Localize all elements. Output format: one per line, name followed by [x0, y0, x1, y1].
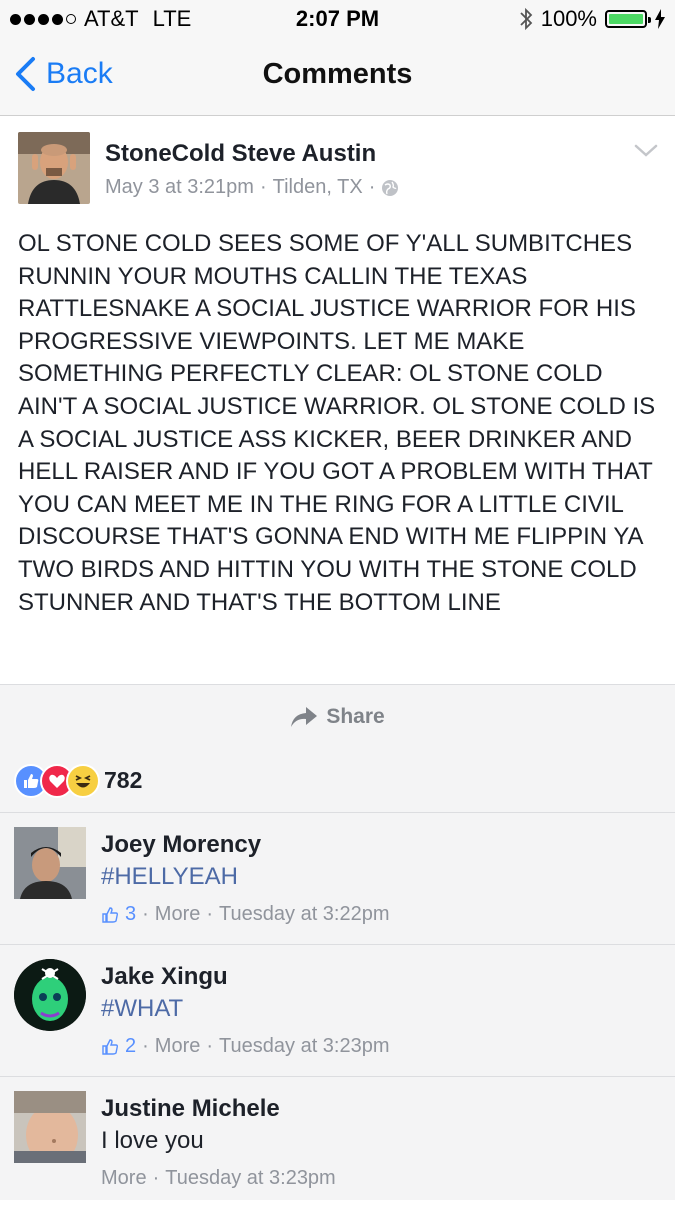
commenter-avatar[interactable] [14, 827, 86, 899]
bluetooth-icon [520, 7, 532, 31]
share-button[interactable]: Share [0, 684, 675, 750]
commenter-name[interactable]: Justine Michele [101, 1095, 280, 1123]
comment-more-link[interactable]: More [155, 903, 201, 926]
comment-meta: 3 · More · Tuesday at 3:22pm [101, 903, 390, 926]
comment-item: Joey Morency #HELLYEAH 3 · More · Tuesda… [0, 813, 675, 945]
post-author-name[interactable]: StoneCold Steve Austin [105, 140, 376, 168]
post-date[interactable]: May 3 at 3:21pm [105, 176, 254, 199]
charging-icon [655, 9, 665, 29]
thumbs-up-icon[interactable] [101, 906, 119, 924]
comments-section: 782 Joey Morency #HELLYEAH 3 · More · Tu… [0, 749, 675, 1200]
commenter-name[interactable]: Joey Morency [101, 831, 261, 859]
page-title: Comments [262, 58, 413, 90]
thumbs-up-icon[interactable] [101, 1038, 119, 1056]
comment-like-count: 2 [125, 1035, 137, 1057]
battery-percent: 100% [540, 6, 597, 31]
meta-separator: · [368, 176, 376, 198]
post-location[interactable]: Tilden, TX [273, 176, 363, 199]
comment-timestamp: Tuesday at 3:23pm [165, 1167, 336, 1189]
post-options-chevron-icon[interactable] [634, 144, 658, 158]
comment-hashtag[interactable]: #HELLYEAH [101, 863, 238, 891]
comment-like-count: 3 [125, 903, 137, 925]
meta-separator: · [142, 903, 149, 925]
reactions-summary[interactable]: 782 [0, 749, 675, 813]
comment-text: I love you [101, 1127, 204, 1154]
meta-separator: · [206, 903, 214, 925]
comment-meta: 2 · More · Tuesday at 3:23pm [101, 1035, 390, 1058]
navigation-bar: Back Comments [0, 38, 675, 116]
comment-timestamp: Tuesday at 3:23pm [219, 1035, 390, 1057]
status-bar: AT&T LTE 2:07 PM 100% [0, 0, 675, 38]
comment-more-link[interactable]: More [101, 1167, 147, 1190]
comment-timestamp: Tuesday at 3:22pm [219, 903, 390, 925]
share-label: Share [326, 705, 385, 728]
commenter-avatar[interactable] [14, 1091, 86, 1163]
meta-separator: · [259, 176, 267, 198]
comment-item: Jake Xingu #WHAT 2 · More · Tuesday at 3… [0, 945, 675, 1077]
battery-icon [605, 10, 651, 28]
meta-separator: · [152, 1167, 160, 1189]
comment-item: Justine Michele I love you More · Tuesda… [0, 1077, 675, 1208]
post-meta: May 3 at 3:21pm · Tilden, TX · [105, 176, 399, 199]
globe-icon [382, 179, 399, 196]
haha-reaction-icon [66, 763, 100, 798]
commenter-name[interactable]: Jake Xingu [101, 963, 228, 991]
share-arrow-icon [291, 707, 318, 727]
meta-separator: · [142, 1035, 149, 1057]
comment-hashtag[interactable]: #WHAT [101, 995, 183, 1023]
post-header: StoneCold Steve Austin May 3 at 3:21pm ·… [18, 132, 658, 206]
commenter-avatar[interactable] [14, 959, 86, 1031]
post-body: OL STONE COLD SEES SOME OF Y'ALL SUMBITC… [18, 230, 661, 616]
reaction-count: 782 [104, 767, 143, 793]
meta-separator: · [206, 1035, 214, 1057]
comment-meta: More · Tuesday at 3:23pm [101, 1167, 336, 1190]
comment-more-link[interactable]: More [155, 1035, 201, 1058]
post-author-avatar[interactable] [18, 132, 90, 204]
